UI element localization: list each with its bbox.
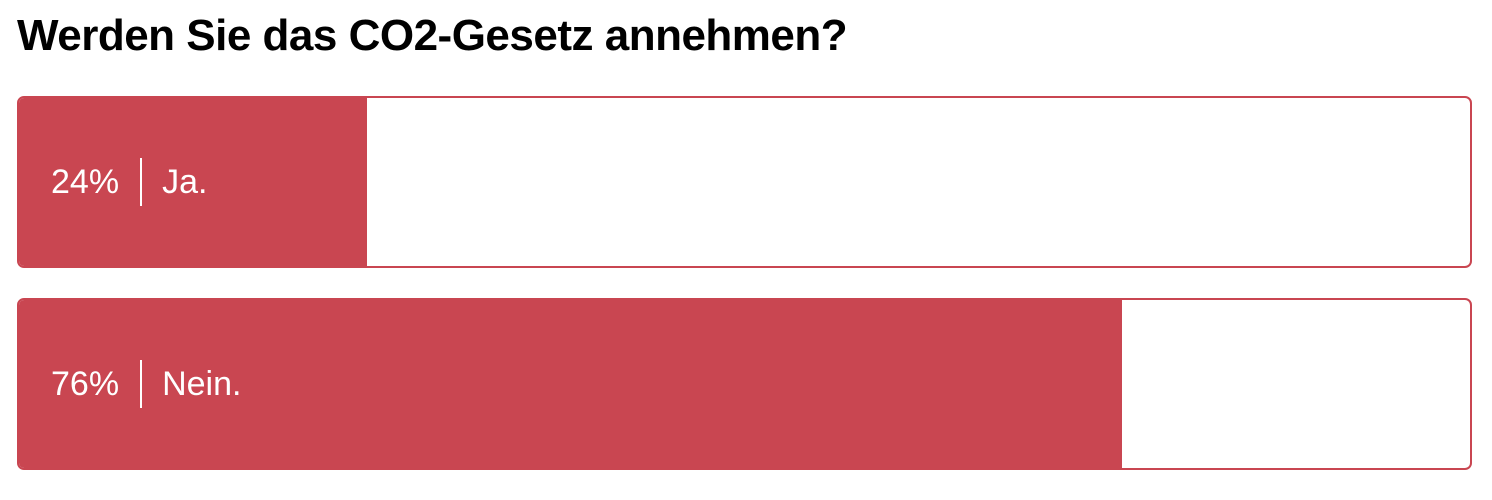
poll-option-percent: 76% bbox=[51, 364, 120, 403]
poll-question: Werden Sie das CO2-Gesetz annehmen? bbox=[17, 11, 848, 60]
poll-options: 24% Ja. 76% Nein. bbox=[17, 96, 1472, 500]
poll-option-nein[interactable]: 76% Nein. bbox=[17, 298, 1472, 470]
poll-option-percent: 24% bbox=[51, 162, 120, 201]
poll-option-content: 24% Ja. bbox=[51, 98, 207, 266]
poll-option-divider bbox=[140, 360, 143, 408]
poll-option-ja[interactable]: 24% Ja. bbox=[17, 96, 1472, 268]
poll-option-label: Ja. bbox=[162, 162, 208, 201]
poll-option-content: 76% Nein. bbox=[51, 300, 241, 468]
poll-option-divider bbox=[140, 158, 143, 206]
poll-option-label: Nein. bbox=[162, 364, 242, 403]
